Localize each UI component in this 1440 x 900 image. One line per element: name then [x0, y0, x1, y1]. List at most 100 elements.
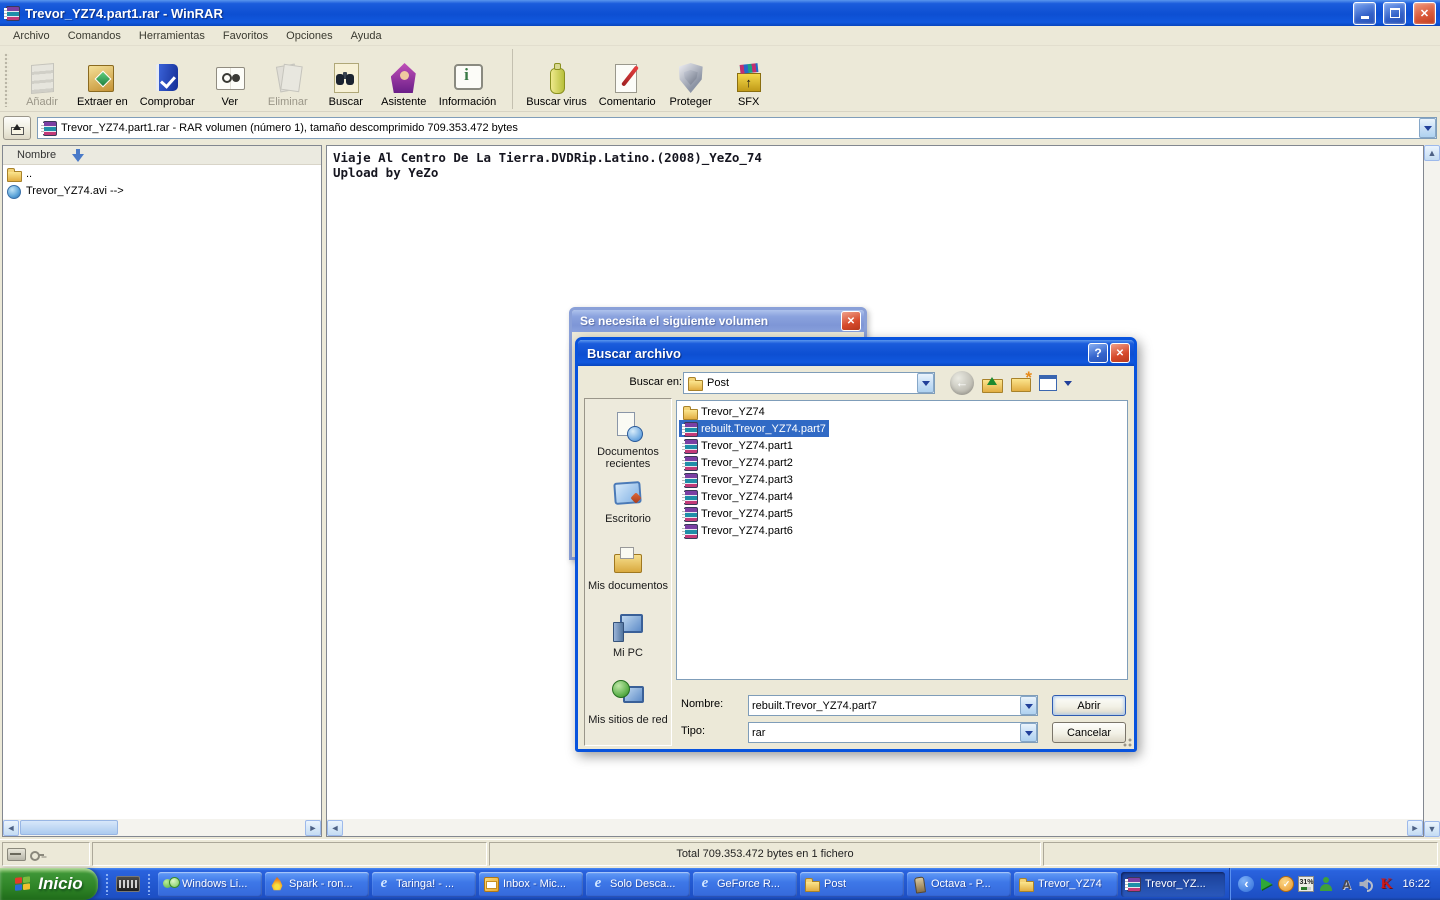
toolbar-button-anadir[interactable]: Añadir: [14, 49, 70, 109]
restore-icon: [1389, 8, 1400, 18]
scroll-left-icon[interactable]: ◄: [327, 819, 343, 836]
virus-scan-icon: [539, 61, 575, 95]
vertical-scrollbar[interactable]: ▲ ▼: [1424, 145, 1440, 837]
task-solo-desca[interactable]: Solo Desca...: [586, 871, 690, 897]
toolbar-button-comentario[interactable]: Comentario: [594, 49, 661, 109]
file-row-avi[interactable]: Trevor_YZ74.avi -->: [3, 182, 321, 199]
task-geforce[interactable]: GeForce R...: [693, 871, 797, 897]
place-mis-documentos[interactable]: Mis documentos: [585, 533, 671, 600]
task-windows-live[interactable]: Windows Li...: [158, 871, 262, 897]
toolbar-button-proteger[interactable]: Proteger: [663, 49, 719, 109]
toolbar-button-buscar[interactable]: Buscar: [318, 49, 374, 109]
dialog-file-part4[interactable]: Trevor_YZ74.part4: [679, 488, 796, 505]
task-taringa[interactable]: Taringa! - ...: [372, 871, 476, 897]
scroll-down-icon[interactable]: ▼: [1424, 821, 1440, 837]
up-one-level-button[interactable]: [3, 116, 31, 140]
scroll-right-icon[interactable]: ►: [305, 819, 321, 836]
toolbar-button-extraer-en[interactable]: Extraer en: [72, 49, 133, 109]
task-octava[interactable]: Octava - P...: [907, 871, 1011, 897]
dialog-file-part2[interactable]: Trevor_YZ74.part2: [679, 454, 796, 471]
tray-user-icon[interactable]: [1318, 876, 1334, 892]
toolbar-button-comprobar[interactable]: Comprobar: [135, 49, 200, 109]
file-row-parent[interactable]: ..: [3, 165, 321, 182]
tray-clock-icon[interactable]: [1278, 876, 1295, 892]
task-spark[interactable]: Spark - ron...: [265, 871, 369, 897]
scroll-right-icon[interactable]: ►: [1407, 819, 1423, 836]
file-name-dropdown-button[interactable]: [1020, 696, 1037, 715]
menu-favoritos[interactable]: Favoritos: [214, 28, 277, 44]
scroll-left-icon[interactable]: ◄: [3, 819, 19, 836]
tray-play-icon[interactable]: [1258, 876, 1274, 892]
address-combo[interactable]: Trevor_YZ74.part1.rar - RAR volumen (núm…: [37, 117, 1437, 139]
left-panel-hscrollbar[interactable]: ◄ ►: [3, 819, 321, 836]
octava-icon: [911, 876, 927, 892]
menu-comandos[interactable]: Comandos: [59, 28, 130, 44]
minimize-button[interactable]: [1353, 1, 1376, 25]
scroll-up-icon[interactable]: ▲: [1424, 145, 1440, 161]
file-type-combo[interactable]: rar: [748, 722, 1038, 743]
restore-button[interactable]: [1383, 1, 1406, 25]
task-post[interactable]: Post: [800, 871, 904, 897]
dialog-file-part1[interactable]: Trevor_YZ74.part1: [679, 437, 796, 454]
ie-icon: [590, 876, 606, 892]
tray-speaker-icon[interactable]: [1358, 876, 1374, 892]
keyboard-icon[interactable]: [116, 876, 140, 892]
close-button[interactable]: [1413, 1, 1436, 25]
task-trevor-folder[interactable]: Trevor_YZ74: [1014, 871, 1118, 897]
toolbar-button-asistente[interactable]: Asistente: [376, 49, 432, 109]
tray-battery-icon[interactable]: 31%: [1298, 876, 1315, 892]
column-header-nombre[interactable]: Nombre: [3, 146, 321, 165]
toolbar-button-buscar-virus[interactable]: Buscar virus: [512, 49, 592, 109]
dialog-file-part5[interactable]: Trevor_YZ74.part5: [679, 505, 796, 522]
place-escritorio[interactable]: Escritorio: [585, 466, 671, 533]
toolbar-button-informacion[interactable]: Información: [434, 49, 501, 109]
toolbar-button-eliminar[interactable]: Eliminar: [260, 49, 316, 109]
resize-grip[interactable]: [1120, 735, 1133, 748]
up-folder-icon[interactable]: [981, 372, 1003, 394]
look-in-dropdown-button[interactable]: [917, 373, 934, 393]
help-button[interactable]: ?: [1088, 343, 1108, 363]
menu-herramientas[interactable]: Herramientas: [130, 28, 214, 44]
menu-ayuda[interactable]: Ayuda: [342, 28, 391, 44]
new-folder-icon[interactable]: [1010, 368, 1032, 394]
task-inbox[interactable]: Inbox - Mic...: [479, 871, 583, 897]
toolbar: Añadir Extraer en Comprobar Ver Eliminar…: [0, 46, 1440, 112]
right-panel-hscrollbar[interactable]: ◄ ►: [327, 819, 1423, 836]
close-button[interactable]: ✕: [841, 311, 861, 331]
look-in-combo[interactable]: Post: [683, 372, 935, 394]
back-icon[interactable]: [950, 371, 974, 395]
dialog-file-part6[interactable]: Trevor_YZ74.part6: [679, 522, 796, 539]
menu-opciones[interactable]: Opciones: [277, 28, 341, 44]
task-trevor-winrar[interactable]: Trevor_YZ...: [1121, 871, 1225, 897]
views-grid-icon[interactable]: [1039, 375, 1057, 391]
file-type-dropdown-button[interactable]: [1020, 723, 1037, 742]
open-button[interactable]: Abrir: [1052, 695, 1126, 716]
start-button[interactable]: Inicio: [0, 868, 98, 900]
dialog-title: Buscar archivo: [587, 345, 681, 361]
outlook-icon: [483, 876, 499, 892]
menu-archivo[interactable]: Archivo: [4, 28, 59, 44]
place-mi-pc[interactable]: Mi PC: [585, 600, 671, 667]
taskbar-separator: [105, 873, 109, 895]
file-name-combo[interactable]: rebuilt.Trevor_YZ74.part7: [748, 695, 1038, 716]
cancel-button[interactable]: Cancelar: [1052, 722, 1126, 743]
place-mis-sitios-de-red[interactable]: Mis sitios de red: [585, 667, 671, 734]
toolbar-button-sfx[interactable]: SFX: [721, 49, 777, 109]
address-dropdown-button[interactable]: [1419, 118, 1436, 138]
key-icon[interactable]: [30, 848, 44, 861]
drive-icon[interactable]: [7, 847, 26, 861]
dialog-file-trevor-folder[interactable]: Trevor_YZ74: [679, 403, 768, 420]
place-documentos-recientes[interactable]: Documentos recientes: [585, 399, 671, 470]
tray-chevron-icon[interactable]: [1238, 876, 1255, 892]
dialog-file-part3[interactable]: Trevor_YZ74.part3: [679, 471, 796, 488]
dialog-file-rebuilt-part7[interactable]: rebuilt.Trevor_YZ74.part7: [679, 420, 829, 437]
toolbar-button-ver[interactable]: Ver: [202, 49, 258, 109]
tray-kaspersky-icon[interactable]: [1378, 876, 1394, 892]
close-button[interactable]: ✕: [1110, 343, 1130, 363]
tray-a-icon[interactable]: [1338, 876, 1354, 892]
toolbar-drag-handle[interactable]: [4, 53, 9, 107]
wizard-icon: [386, 61, 422, 95]
views-dropdown-icon[interactable]: [1064, 381, 1072, 390]
scroll-thumb[interactable]: [20, 820, 118, 835]
taskbar-clock[interactable]: 16:22: [1402, 878, 1430, 890]
